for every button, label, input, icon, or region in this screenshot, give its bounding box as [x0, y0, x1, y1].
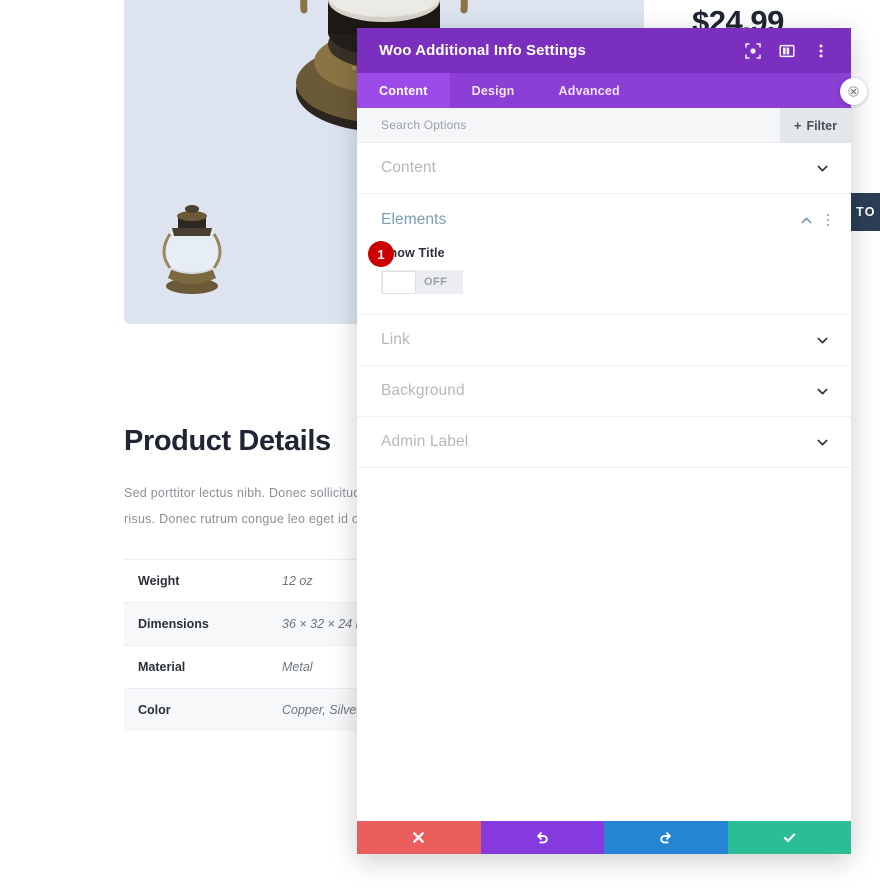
page-root: $24.99 TO CART Product Details Sed portt… [0, 0, 880, 889]
check-icon [783, 833, 796, 843]
discard-button[interactable] [357, 821, 481, 854]
save-button[interactable] [727, 821, 851, 854]
settings-modal: Woo Additional Info Settings Content Des… [357, 28, 851, 854]
chevron-down-icon [817, 388, 828, 394]
section-background[interactable]: Background [357, 366, 851, 417]
lantern-thumbnail-bronze[interactable] [152, 182, 232, 302]
add-to-cart-button[interactable]: TO CART [848, 193, 880, 231]
toggle-knob [383, 271, 415, 293]
plus-icon: + [793, 118, 802, 133]
section-link-label: Link [381, 331, 410, 348]
section-options-menu-icon[interactable] [826, 213, 829, 227]
close-modal-button[interactable] [840, 78, 867, 105]
section-background-label: Background [381, 382, 465, 399]
show-title-field: Show Title OFF 1 [357, 241, 851, 294]
tab-content[interactable]: Content [357, 73, 450, 108]
redo-icon [660, 832, 672, 844]
attribute-label: Weight [138, 573, 180, 588]
modal-title: Woo Additional Info Settings [379, 42, 586, 59]
show-title-label: Show Title [381, 246, 445, 260]
attribute-label: Color [138, 702, 171, 717]
toggle-state-label: OFF [424, 276, 448, 288]
search-input[interactable]: Search Options [381, 118, 467, 132]
filter-label: Filter [806, 118, 837, 133]
search-options-bar: Search Options + Filter [357, 108, 851, 143]
chevron-down-icon [817, 165, 828, 171]
modal-header: Woo Additional Info Settings [357, 28, 851, 73]
tab-advanced[interactable]: Advanced [537, 73, 642, 108]
undo-button[interactable] [480, 821, 604, 854]
section-content-label: Content [381, 159, 436, 176]
section-admin-label-label: Admin Label [381, 433, 469, 450]
modal-body: Content Elements Show Title OFF 1 Link B… [357, 143, 851, 821]
attribute-label: Material [138, 659, 186, 674]
section-content[interactable]: Content [357, 143, 851, 194]
chevron-down-icon [817, 337, 828, 343]
close-icon [848, 86, 859, 97]
overflow-menu-icon[interactable] [813, 43, 829, 59]
focus-target-icon[interactable] [745, 42, 761, 59]
section-admin-label[interactable]: Admin Label [357, 417, 851, 468]
modal-tabs: Content Design Advanced [357, 73, 851, 108]
filter-button[interactable]: + Filter [779, 108, 851, 143]
section-elements-header[interactable]: Elements [357, 194, 851, 246]
annotation-badge-1: 1 [368, 241, 394, 267]
layout-panel-icon[interactable] [779, 43, 795, 59]
chevron-down-icon [817, 439, 828, 445]
redo-button[interactable] [604, 821, 728, 854]
modal-footer [357, 821, 851, 854]
undo-icon [536, 832, 548, 844]
section-link[interactable]: Link [357, 315, 851, 366]
chevron-up-icon[interactable] [800, 214, 813, 227]
attribute-label: Dimensions [138, 616, 209, 631]
show-title-toggle[interactable]: OFF [381, 270, 463, 294]
section-elements: Elements Show Title OFF 1 [357, 194, 851, 315]
tab-design[interactable]: Design [450, 73, 537, 108]
section-elements-label: Elements [381, 211, 447, 228]
close-icon [413, 832, 425, 843]
